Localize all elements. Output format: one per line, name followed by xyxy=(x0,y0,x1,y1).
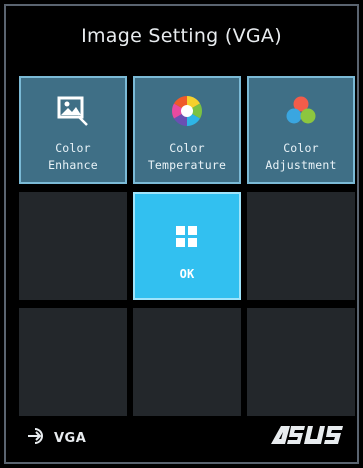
empty-tile xyxy=(19,308,127,416)
input-source-icon xyxy=(26,426,50,450)
empty-tile xyxy=(133,308,241,416)
footer: VGA xyxy=(6,412,357,462)
grid-icon xyxy=(170,220,204,254)
menu-grid: Color Enhance Color Temperature Color Ad… xyxy=(19,74,355,416)
rgb-circles-icon xyxy=(284,94,318,128)
color-enhance-tile[interactable]: Color Enhance xyxy=(19,76,127,184)
color-temperature-tile[interactable]: Color Temperature xyxy=(133,76,241,184)
color-adjustment-label: Color Adjustment xyxy=(265,141,337,172)
ok-button[interactable]: OK xyxy=(133,192,241,300)
picture-enhance-icon xyxy=(56,94,90,128)
empty-tile xyxy=(247,192,355,300)
osd-menu: Image Setting (VGA) Color Enhance Color … xyxy=(0,0,363,468)
page-title: Image Setting (VGA) xyxy=(81,25,282,47)
color-adjustment-tile[interactable]: Color Adjustment xyxy=(247,76,355,184)
asus-logo xyxy=(271,425,343,449)
color-temperature-label: Color Temperature xyxy=(147,141,227,172)
input-source-label: VGA xyxy=(54,430,87,446)
color-wheel-icon xyxy=(170,94,204,128)
empty-tile xyxy=(19,192,127,300)
empty-tile xyxy=(247,308,355,416)
osd-frame: Image Setting (VGA) Color Enhance Color … xyxy=(4,4,359,464)
color-enhance-label: Color Enhance xyxy=(48,141,98,172)
input-source-indicator: VGA xyxy=(26,426,86,450)
ok-label: OK xyxy=(179,267,195,281)
